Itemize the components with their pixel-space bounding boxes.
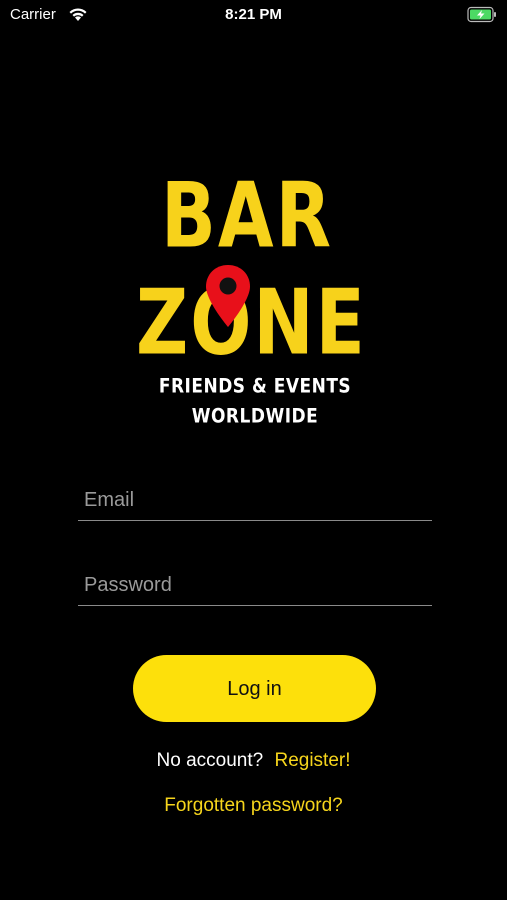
no-account-label: No account? bbox=[156, 750, 264, 771]
clock-time: 8:21 PM bbox=[225, 6, 282, 23]
password-input[interactable] bbox=[78, 565, 432, 605]
login-button[interactable]: Log in bbox=[133, 655, 376, 722]
forgot-password-link[interactable]: Forgotten password? bbox=[0, 795, 507, 817]
logo-tagline-2: WORLDWIDE bbox=[191, 405, 319, 428]
register-row: No account? Register! bbox=[0, 750, 507, 772]
register-link[interactable]: Register! bbox=[274, 750, 350, 771]
email-input[interactable] bbox=[78, 480, 432, 520]
barzone-logo: BAR ZONE FRIENDS & EVENTS WORLDWIDE bbox=[136, 165, 370, 435]
map-pin-icon bbox=[206, 265, 250, 327]
battery-charging-icon bbox=[467, 6, 496, 23]
logo-word-bar: BAR bbox=[160, 162, 334, 268]
password-field bbox=[78, 565, 432, 606]
logo-tagline-1: FRIENDS & EVENTS bbox=[158, 375, 352, 398]
email-field bbox=[78, 480, 432, 521]
status-bar: Carrier 8:21 PM bbox=[0, 0, 507, 30]
